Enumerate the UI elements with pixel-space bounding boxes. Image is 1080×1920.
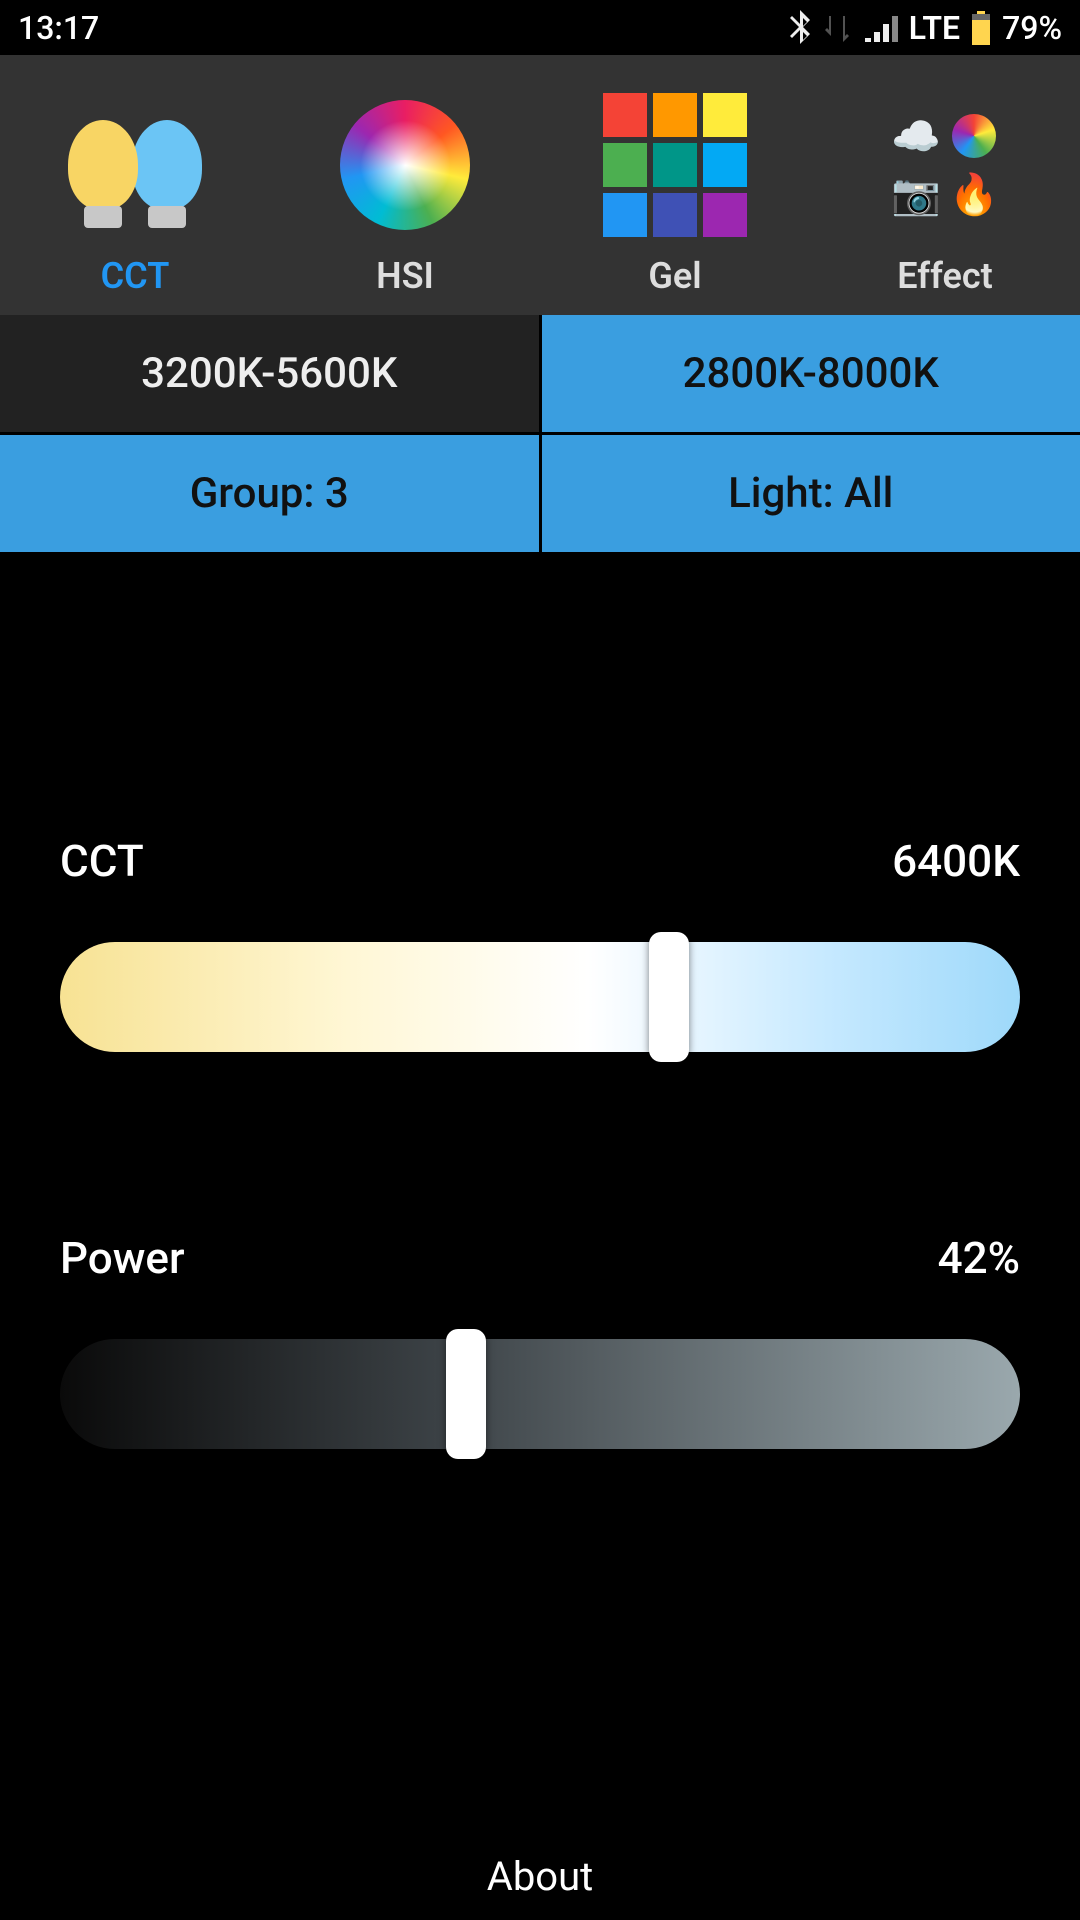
tab-effect-label: Effect <box>897 255 992 297</box>
hsi-icon <box>340 100 470 230</box>
power-slider-value: 42% <box>938 1232 1020 1284</box>
group-selector-label: Group: 3 <box>190 469 349 518</box>
tab-cct-label: CCT <box>101 255 170 297</box>
status-battery: 79% <box>1002 9 1062 47</box>
cct-range-row: 3200K-5600K 2800K-8000K <box>0 315 1080 435</box>
cct-slider-block: CCT 6400K <box>60 835 1020 1052</box>
range-narrow[interactable]: 3200K-5600K <box>0 315 542 435</box>
group-selector[interactable]: Group: 3 <box>0 435 542 555</box>
tab-hsi[interactable]: HSI <box>270 55 540 315</box>
bluetooth-icon <box>787 10 813 46</box>
mode-tabs: CCT HSI Gel ☁️ 📷 🔥 Effect <box>0 55 1080 315</box>
light-selector-label: Light: All <box>728 469 893 518</box>
cct-slider-thumb[interactable] <box>649 932 689 1062</box>
tab-effect[interactable]: ☁️ 📷 🔥 Effect <box>810 55 1080 315</box>
cct-slider-label: CCT <box>60 835 144 887</box>
signal-icon <box>865 14 899 42</box>
gel-icon <box>603 93 747 237</box>
about-link[interactable]: About <box>0 1853 1080 1900</box>
cct-icon <box>68 120 202 210</box>
range-wide-label: 2800K-8000K <box>683 349 939 398</box>
battery-icon <box>970 11 992 45</box>
tab-gel[interactable]: Gel <box>540 55 810 315</box>
power-slider-thumb[interactable] <box>446 1329 486 1459</box>
status-network: LTE <box>909 9 960 47</box>
light-selector[interactable]: Light: All <box>542 435 1080 555</box>
status-time: 13:17 <box>18 9 99 47</box>
target-row: Group: 3 Light: All <box>0 435 1080 555</box>
data-icon <box>823 12 855 44</box>
power-slider[interactable] <box>60 1339 1020 1449</box>
range-narrow-label: 3200K-5600K <box>141 349 397 398</box>
power-slider-label: Power <box>60 1232 185 1284</box>
range-wide[interactable]: 2800K-8000K <box>542 315 1080 435</box>
tab-gel-label: Gel <box>648 255 701 297</box>
status-bar: 13:17 LTE 79% <box>0 0 1080 55</box>
tab-cct[interactable]: CCT <box>0 55 270 315</box>
cct-slider-value: 6400K <box>892 835 1020 887</box>
about-label: About <box>487 1853 594 1900</box>
power-slider-block: Power 42% <box>60 1232 1020 1449</box>
cct-slider[interactable] <box>60 942 1020 1052</box>
tab-hsi-label: HSI <box>376 255 434 297</box>
effect-icon: ☁️ 📷 🔥 <box>891 111 999 219</box>
